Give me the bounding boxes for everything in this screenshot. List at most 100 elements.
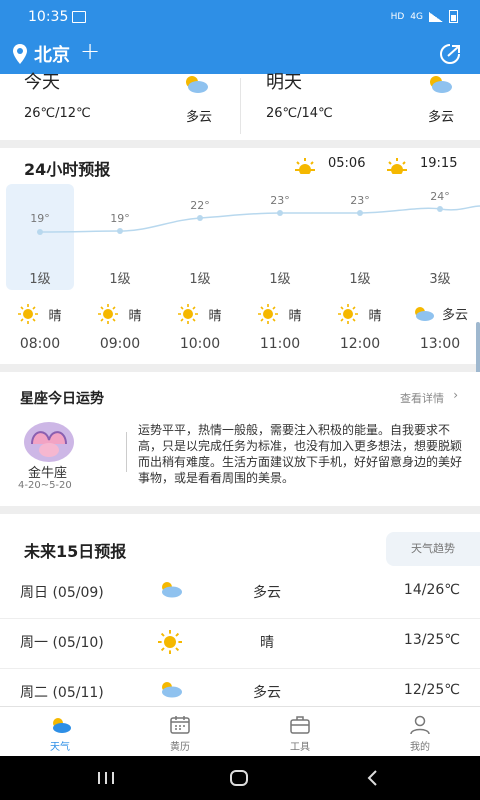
hourly-forecast-card: 24小时预报 05:06 19:15 19° 1级 晴 08:00 19° 1级 xyxy=(0,148,480,364)
network-label: 4G xyxy=(410,11,423,22)
hour-weather: 晴 xyxy=(327,304,393,324)
hour-time: 12:00 xyxy=(339,336,381,352)
forecast-temp: 12/25℃ xyxy=(403,682,460,698)
tab-tools[interactable]: 工具 xyxy=(240,707,360,757)
calendar-icon xyxy=(170,716,190,734)
hour-condition: 晴 xyxy=(128,308,142,324)
add-city-button[interactable]: + xyxy=(80,37,100,65)
forecast-day-row[interactable]: 周日 (05/09) 多云 14/26℃ xyxy=(0,568,480,619)
hour-condition: 晴 xyxy=(368,308,382,324)
today-temp: 26℃/12℃ xyxy=(24,106,91,121)
hour-weather: 晴 xyxy=(87,304,153,324)
tab-label: 工具 xyxy=(290,742,310,753)
forecast-condition: 晴 xyxy=(260,635,274,651)
tab-label: 天气 xyxy=(50,742,70,753)
cloud-icon xyxy=(162,682,182,698)
hour-item[interactable]: 19° 1级 晴 08:00 xyxy=(7,148,73,364)
tomorrow-label: 明天 xyxy=(266,72,302,93)
forecast-day: 周一 (05/10) xyxy=(20,635,104,651)
sun-icon xyxy=(258,304,279,324)
bottom-tab-bar: 天气 黄历 工具 我的 xyxy=(0,706,480,757)
tomorrow-temp: 26℃/14℃ xyxy=(266,106,333,121)
profile-icon xyxy=(410,715,430,735)
divider xyxy=(126,432,127,472)
app-header: 北京 + xyxy=(0,34,480,74)
cloud-icon xyxy=(162,582,182,598)
tomorrow-summary[interactable]: 明天 26℃/14℃ 多云 xyxy=(240,72,480,140)
hour-temp: 19° xyxy=(30,212,50,225)
tab-almanac[interactable]: 黄历 xyxy=(120,707,240,757)
hour-time: 10:00 xyxy=(179,336,221,352)
status-time: 10:35 xyxy=(28,9,69,25)
hour-wind: 1级 xyxy=(29,272,51,287)
hour-wind: 1级 xyxy=(109,272,131,287)
sun-icon xyxy=(178,304,199,324)
gallery-notification-icon xyxy=(72,11,86,23)
hour-temp: 22° xyxy=(190,199,210,212)
weather-trend-button[interactable]: 天气趋势 xyxy=(386,532,480,566)
hour-time: 11:00 xyxy=(259,336,301,352)
today-condition: 多云 xyxy=(186,110,213,125)
system-icons: HD 4G xyxy=(391,10,458,23)
hour-weather: 多云 xyxy=(407,304,473,323)
hour-temp: 19° xyxy=(110,212,130,225)
hour-weather: 晴 xyxy=(247,304,313,324)
sun-icon xyxy=(98,304,119,324)
back-icon[interactable] xyxy=(364,769,380,787)
weather-icon xyxy=(53,718,71,733)
tab-label: 我的 xyxy=(410,742,430,753)
signal-icon xyxy=(429,11,443,22)
cloud-icon xyxy=(414,306,434,321)
tab-weather[interactable]: 天气 xyxy=(0,707,120,757)
view-details-link[interactable]: 查看详情 xyxy=(400,390,444,406)
forecast-day-row[interactable]: 周一 (05/10) 晴 13/25℃ xyxy=(0,618,480,669)
hour-item[interactable]: 24° 3级 多云 13:00 xyxy=(407,148,473,364)
cloud-icon xyxy=(186,76,208,93)
sun-icon xyxy=(338,304,359,324)
forecast-condition: 多云 xyxy=(253,685,281,701)
horoscope-text: 运势平平，热情一般般，需要注入积极的能量。自我要求不高，只是以完成任务为标准，也… xyxy=(138,423,463,485)
hour-wind: 1级 xyxy=(349,272,371,287)
hour-wind: 3级 xyxy=(429,272,451,287)
hour-condition: 晴 xyxy=(208,308,222,324)
today-tomorrow-card: 今天 26℃/12℃ 多云 明天 26℃/14℃ 多云 xyxy=(0,72,480,140)
fifteen-day-forecast-card: 未来15日预报 天气趋势 周日 (05/09) 多云 14/26℃ 周一 (05… xyxy=(0,514,480,706)
taurus-avatar-icon xyxy=(24,422,74,462)
forecast-day: 周二 (05/11) xyxy=(20,685,104,701)
hour-item[interactable]: 23° 1级 晴 11:00 xyxy=(247,148,313,364)
hour-temp: 23° xyxy=(270,194,290,207)
tab-label: 黄历 xyxy=(170,742,190,753)
today-label: 今天 xyxy=(24,72,60,93)
hour-weather: 晴 xyxy=(7,304,73,324)
hour-condition: 晴 xyxy=(288,308,302,324)
chevron-right-icon[interactable]: › xyxy=(453,388,458,402)
hour-item[interactable]: 19° 1级 晴 09:00 xyxy=(87,148,153,364)
hour-condition: 晴 xyxy=(48,308,62,324)
home-icon[interactable] xyxy=(229,769,249,787)
share-refresh-icon[interactable] xyxy=(438,42,462,66)
hour-weather: 晴 xyxy=(167,304,233,324)
horoscope-title: 星座今日运势 xyxy=(20,391,104,407)
city-name[interactable]: 北京 xyxy=(34,41,70,67)
hour-time: 13:00 xyxy=(419,336,461,352)
hour-item[interactable]: 23° 1级 晴 12:00 xyxy=(327,148,393,364)
forecast-condition: 多云 xyxy=(253,585,281,601)
forecast-temp: 14/26℃ xyxy=(403,582,460,598)
tab-profile[interactable]: 我的 xyxy=(360,707,480,757)
hour-condition: 多云 xyxy=(441,308,468,323)
cloud-icon xyxy=(430,76,452,93)
location-pin-icon xyxy=(13,44,27,64)
sun-icon xyxy=(158,630,182,654)
hour-wind: 1级 xyxy=(269,272,291,287)
toolbox-icon xyxy=(290,716,310,734)
hour-temp: 23° xyxy=(350,194,370,207)
hour-time: 08:00 xyxy=(19,336,61,352)
recent-apps-icon[interactable] xyxy=(96,770,116,786)
battery-icon xyxy=(449,10,458,23)
today-summary[interactable]: 今天 26℃/12℃ 多云 xyxy=(0,72,240,140)
forecast-day: 周日 (05/09) xyxy=(20,585,104,601)
tomorrow-condition: 多云 xyxy=(428,110,455,125)
system-nav-bar xyxy=(0,756,480,800)
zodiac-dates: 4-20~5-20 xyxy=(18,480,72,491)
hour-item[interactable]: 22° 1级 晴 10:00 xyxy=(167,148,233,364)
